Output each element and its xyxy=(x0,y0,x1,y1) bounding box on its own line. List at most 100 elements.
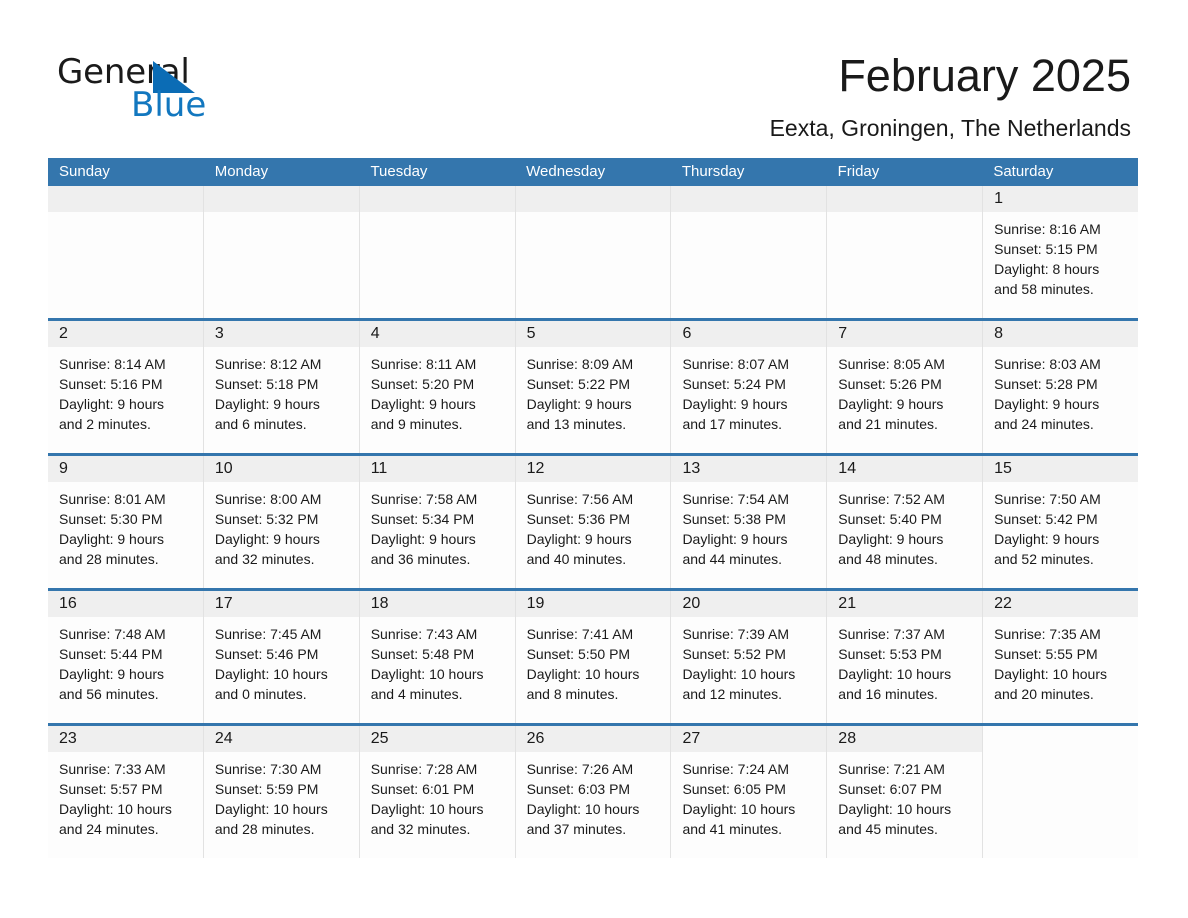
day-number-band: 28 xyxy=(827,726,983,752)
calendar-day-cell[interactable]: 23 Sunrise: 7:33 AM Sunset: 5:57 PM Dayligh… xyxy=(48,726,204,858)
calendar-day-cell[interactable]: 11 Sunrise: 7:58 AM Sunset: 5:34 PM Dayligh… xyxy=(359,456,516,588)
day-number: 18 xyxy=(370,595,389,612)
daylight-line: Daylight: 10 hours xyxy=(526,801,640,817)
day-number: 16 xyxy=(59,595,77,612)
sunset-line: Sunset: 5:42 PM xyxy=(994,511,1098,527)
weekday-header-saturday: Saturday xyxy=(993,163,1054,180)
daylight-line: and 48 minutes. xyxy=(838,551,938,567)
calendar-day-cell[interactable]: 15 Sunrise: 7:50 AM Sunset: 5:42 PM Dayligh… xyxy=(983,456,1139,588)
calendar-day-cell[interactable]: 26 Sunrise: 7:26 AM Sunset: 6:03 PM Dayligh… xyxy=(515,726,672,858)
sunrise-line: Sunrise: 7:39 AM xyxy=(682,626,790,642)
sunset-line: Sunset: 5:59 PM xyxy=(214,781,319,797)
calendar-day-cell[interactable]: 6 Sunrise: 8:07 AM Sunset: 5:24 PM Daylight… xyxy=(671,321,828,453)
weekday-header-sunday: Sunday xyxy=(59,163,110,180)
calendar-day-cell[interactable]: 7 Sunrise: 8:05 AM Sunset: 5:26 PM Daylight… xyxy=(827,321,984,453)
day-number: 24 xyxy=(214,730,233,747)
calendar-day-cell[interactable]: 24 Sunrise: 7:30 AM Sunset: 5:59 PM Dayligh… xyxy=(203,726,360,858)
day-sun-info: Sunrise: 7:58 AM Sunset: 5:34 PM Daylight:… xyxy=(360,482,515,569)
sunrise-line: Sunrise: 7:58 AM xyxy=(370,491,478,507)
calendar-day-cell[interactable]: 5 Sunrise: 8:09 AM Sunset: 5:22 PM Daylight… xyxy=(515,321,672,453)
sunrise-line: Sunrise: 7:21 AM xyxy=(838,761,945,777)
calendar-day-cell-empty xyxy=(359,186,516,318)
calendar-week-row: 16 Sunrise: 7:48 AM Sunset: 5:44 PM Dayligh… xyxy=(48,588,1139,723)
sunset-line: Sunset: 5:36 PM xyxy=(526,511,631,527)
daylight-line: Daylight: 10 hours xyxy=(59,801,172,817)
calendar-day-cell[interactable]: 17 Sunrise: 7:45 AM Sunset: 5:46 PM Dayligh… xyxy=(203,591,360,723)
day-number-band: 26 xyxy=(515,726,671,752)
calendar-day-cell[interactable]: 10 Sunrise: 8:00 AM Sunset: 5:32 PM Dayligh… xyxy=(203,456,360,588)
calendar-day-cell[interactable]: 16 Sunrise: 7:48 AM Sunset: 5:44 PM Dayligh… xyxy=(48,591,204,723)
calendar-day-cell[interactable]: 12 Sunrise: 7:56 AM Sunset: 5:36 PM Dayligh… xyxy=(515,456,672,588)
page-subtitle: Eexta, Groningen, The Netherlands xyxy=(769,115,1131,141)
weekday-header-row: Sunday Monday Tuesday Wednesday Thursday Frid… xyxy=(48,158,1138,186)
daylight-line: and 32 minutes. xyxy=(370,821,471,837)
daylight-line: Daylight: 9 hours xyxy=(838,531,944,547)
day-sun-info: Sunrise: 7:43 AM Sunset: 5:48 PM Daylight:… xyxy=(360,617,515,704)
generalblue-logo[interactable]: General Blue xyxy=(57,55,317,127)
sunrise-line: Sunrise: 8:05 AM xyxy=(838,356,945,372)
daylight-line: Daylight: 10 hours xyxy=(994,666,1107,682)
calendar-day-cell[interactable]: 27 Sunrise: 7:24 AM Sunset: 6:05 PM Dayligh… xyxy=(671,726,828,858)
day-sun-info: Sunrise: 8:01 AM Sunset: 5:30 PM Daylight:… xyxy=(48,482,203,569)
day-number: 11 xyxy=(370,460,388,477)
calendar-day-cell[interactable]: 22 Sunrise: 7:35 AM Sunset: 5:55 PM Dayligh… xyxy=(983,591,1139,723)
sunset-line: Sunset: 6:03 PM xyxy=(526,781,631,797)
calendar-day-cell[interactable]: 8 Sunrise: 8:03 AM Sunset: 5:28 PM Daylight… xyxy=(983,321,1139,453)
day-number: 26 xyxy=(526,730,545,747)
day-number: 13 xyxy=(682,460,701,477)
day-number-band: 11 xyxy=(359,456,515,482)
sunrise-line: Sunrise: 7:48 AM xyxy=(59,626,166,642)
daylight-line: and 36 minutes. xyxy=(370,551,471,567)
sunrise-line: Sunrise: 7:56 AM xyxy=(526,491,634,507)
calendar-day-cell[interactable]: 2 Sunrise: 8:14 AM Sunset: 5:16 PM Daylight… xyxy=(48,321,204,453)
calendar-week-row: 9 Sunrise: 8:01 AM Sunset: 5:30 PM Daylight… xyxy=(48,453,1139,588)
daylight-line: and 41 minutes. xyxy=(682,821,783,837)
calendar-day-cell[interactable]: 9 Sunrise: 8:01 AM Sunset: 5:30 PM Daylight… xyxy=(48,456,204,588)
weekday-header-friday: Friday xyxy=(837,163,880,180)
calendar-day-cell[interactable]: 20 Sunrise: 7:39 AM Sunset: 5:52 PM Dayligh… xyxy=(671,591,828,723)
calendar-table: Sunday Monday Tuesday Wednesday Thursday Frid… xyxy=(48,158,1139,858)
daylight-line: and 20 minutes. xyxy=(994,686,1094,702)
sunrise-line: Sunrise: 7:50 AM xyxy=(994,491,1101,507)
daylight-line: and 4 minutes. xyxy=(370,686,463,702)
sunrise-line: Sunrise: 7:28 AM xyxy=(370,761,478,777)
day-number: 14 xyxy=(838,460,857,477)
day-number-band: 27 xyxy=(671,726,827,752)
calendar-day-cell[interactable]: 14 Sunrise: 7:52 AM Sunset: 5:40 PM Dayligh… xyxy=(827,456,984,588)
sunset-line: Sunset: 6:05 PM xyxy=(682,781,786,797)
day-number: 10 xyxy=(214,460,233,477)
day-number: 8 xyxy=(994,325,1004,342)
calendar-day-cell[interactable]: 3 Sunrise: 8:12 AM Sunset: 5:18 PM Daylight… xyxy=(203,321,360,453)
day-number-band: 9 xyxy=(48,456,203,482)
day-number-band: 2 xyxy=(48,321,203,347)
calendar-day-cell[interactable]: 28 Sunrise: 7:21 AM Sunset: 6:07 PM Dayligh… xyxy=(827,726,984,858)
calendar-day-cell[interactable]: 18 Sunrise: 7:43 AM Sunset: 5:48 PM Dayligh… xyxy=(359,591,516,723)
day-sun-info: Sunrise: 8:03 AM Sunset: 5:28 PM Daylight:… xyxy=(983,347,1138,434)
calendar-day-cell-empty xyxy=(983,726,1139,858)
calendar-day-cell[interactable]: 21 Sunrise: 7:37 AM Sunset: 5:53 PM Dayligh… xyxy=(827,591,984,723)
day-number-band xyxy=(203,186,359,212)
sunrise-line: Sunrise: 8:00 AM xyxy=(214,491,322,507)
daylight-line: Daylight: 9 hours xyxy=(994,531,1100,547)
calendar-day-cell[interactable]: 25 Sunrise: 7:28 AM Sunset: 6:01 PM Dayligh… xyxy=(359,726,516,858)
calendar-day-cell[interactable]: 4 Sunrise: 8:11 AM Sunset: 5:20 PM Daylight… xyxy=(359,321,516,453)
weekday-header-wednesday: Wednesday xyxy=(526,163,606,180)
day-sun-info: Sunrise: 7:54 AM Sunset: 5:38 PM Daylight:… xyxy=(671,482,826,569)
sunset-line: Sunset: 5:57 PM xyxy=(59,781,163,797)
sunrise-line: Sunrise: 7:41 AM xyxy=(526,626,634,642)
sunrise-line: Sunrise: 7:52 AM xyxy=(838,491,945,507)
calendar-day-cell[interactable]: 1 Sunrise: 8:16 AM Sunset: 5:15 PM Daylight… xyxy=(983,186,1139,318)
daylight-line: and 56 minutes. xyxy=(59,686,159,702)
calendar-day-cell[interactable]: 13 Sunrise: 7:54 AM Sunset: 5:38 PM Dayligh… xyxy=(671,456,828,588)
day-sun-info: Sunrise: 8:12 AM Sunset: 5:18 PM Daylight:… xyxy=(204,347,359,434)
sunset-line: Sunset: 5:44 PM xyxy=(59,646,163,662)
sunset-line: Sunset: 5:50 PM xyxy=(526,646,631,662)
page-title: February 2025 xyxy=(838,50,1131,101)
calendar-day-cell[interactable]: 19 Sunrise: 7:41 AM Sunset: 5:50 PM Dayligh… xyxy=(515,591,672,723)
day-number: 6 xyxy=(682,325,692,342)
day-number-band: 13 xyxy=(671,456,827,482)
day-number-band: 21 xyxy=(827,591,983,617)
day-sun-info: Sunrise: 7:33 AM Sunset: 5:57 PM Daylight:… xyxy=(48,752,203,839)
sunset-line: Sunset: 5:22 PM xyxy=(526,376,631,392)
sunset-line: Sunset: 5:20 PM xyxy=(370,376,475,392)
